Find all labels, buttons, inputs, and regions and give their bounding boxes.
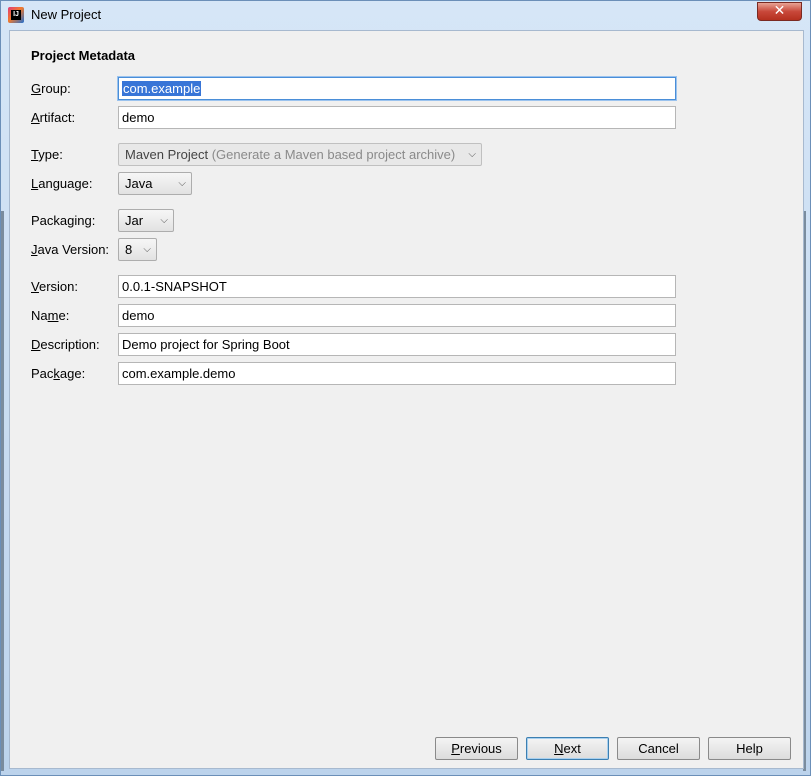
artifact-field[interactable]: demo bbox=[118, 106, 676, 129]
previous-button[interactable]: Previous bbox=[435, 737, 518, 760]
chevron-down-icon: ⌵ bbox=[178, 178, 186, 189]
version-field[interactable]: 0.0.1-SNAPSHOT bbox=[118, 275, 676, 298]
name-label-pre: Na bbox=[31, 308, 48, 323]
java-version-label-text: ava Version: bbox=[37, 242, 110, 257]
version-label-mnemonic: V bbox=[31, 279, 39, 294]
name-label-mnemonic: m bbox=[47, 308, 59, 323]
group-label-mnemonic: G bbox=[31, 81, 42, 96]
java-version-combo[interactable]: 8 ⌵ bbox=[118, 238, 157, 261]
app-icon-text: IJ bbox=[11, 10, 21, 20]
packaging-value: Jar bbox=[125, 213, 144, 228]
version-label: Version: bbox=[31, 279, 78, 295]
description-field[interactable]: Demo project for Spring Boot bbox=[118, 333, 676, 356]
chevron-down-icon: ⌵ bbox=[160, 215, 168, 226]
help-button[interactable]: Help bbox=[708, 737, 791, 760]
intellij-app-icon: IJ bbox=[8, 7, 24, 23]
name-field[interactable]: demo bbox=[118, 304, 676, 327]
description-label: Description: bbox=[31, 337, 100, 353]
previous-mnemonic: P bbox=[451, 741, 460, 756]
package-field[interactable]: com.example.demo bbox=[118, 362, 676, 385]
window-title: New Project bbox=[31, 7, 102, 22]
package-label-text: age: bbox=[59, 366, 86, 381]
version-label-text: ersion: bbox=[38, 279, 78, 294]
dialog-content: Project Metadata Group: com.example Arti… bbox=[9, 30, 804, 769]
type-value: Maven Project bbox=[125, 147, 209, 162]
packaging-combo[interactable]: Jar ⌵ bbox=[118, 209, 174, 232]
type-hint: (Generate a Maven based project archive) bbox=[211, 147, 456, 162]
group-value: com.example bbox=[122, 81, 202, 96]
window-edge-left bbox=[1, 211, 4, 771]
group-label-text: roup: bbox=[41, 81, 71, 96]
language-combo[interactable]: Java ⌵ bbox=[118, 172, 192, 195]
cancel-button[interactable]: Cancel bbox=[617, 737, 700, 760]
new-project-window: IJ New Project ✕ Project Metadata Group:… bbox=[0, 0, 811, 776]
close-button[interactable]: ✕ bbox=[757, 2, 802, 21]
chevron-down-icon: ⌵ bbox=[468, 149, 476, 160]
next-button[interactable]: Next bbox=[526, 737, 609, 760]
packaging-label-text: ing: bbox=[74, 213, 96, 228]
next-mnemonic: N bbox=[554, 741, 564, 756]
description-label-mnemonic: D bbox=[31, 337, 41, 352]
group-label: Group: bbox=[31, 81, 71, 97]
title-bar[interactable]: IJ New Project ✕ bbox=[1, 1, 810, 29]
language-label-text: anguage: bbox=[38, 176, 93, 191]
name-label: Name: bbox=[31, 308, 69, 324]
java-version-value: 8 bbox=[125, 242, 133, 257]
artifact-label-mnemonic: A bbox=[31, 110, 40, 125]
type-label: Type: bbox=[31, 147, 63, 163]
artifact-label: Artifact: bbox=[31, 110, 75, 126]
group-field[interactable]: com.example bbox=[118, 77, 676, 100]
artifact-label-text: rtifact: bbox=[39, 110, 76, 125]
description-label-text: escription: bbox=[40, 337, 100, 352]
package-label: Package: bbox=[31, 366, 85, 382]
packaging-label: Packaging: bbox=[31, 213, 95, 229]
type-label-text: ype: bbox=[38, 147, 63, 162]
java-version-label: Java Version: bbox=[31, 242, 109, 258]
language-value: Java bbox=[125, 176, 153, 191]
name-label-text: e: bbox=[58, 308, 70, 323]
chevron-down-icon: ⌵ bbox=[143, 244, 151, 255]
package-label-pre: Pac bbox=[31, 366, 54, 381]
previous-label: revious bbox=[459, 741, 502, 756]
next-label: ext bbox=[563, 741, 581, 756]
packaging-label-pre: Packa bbox=[31, 213, 68, 228]
type-combo[interactable]: Maven Project (Generate a Maven based pr… bbox=[118, 143, 482, 166]
language-label: Language: bbox=[31, 176, 92, 192]
close-icon: ✕ bbox=[773, 3, 786, 19]
section-title: Project Metadata bbox=[31, 48, 136, 63]
